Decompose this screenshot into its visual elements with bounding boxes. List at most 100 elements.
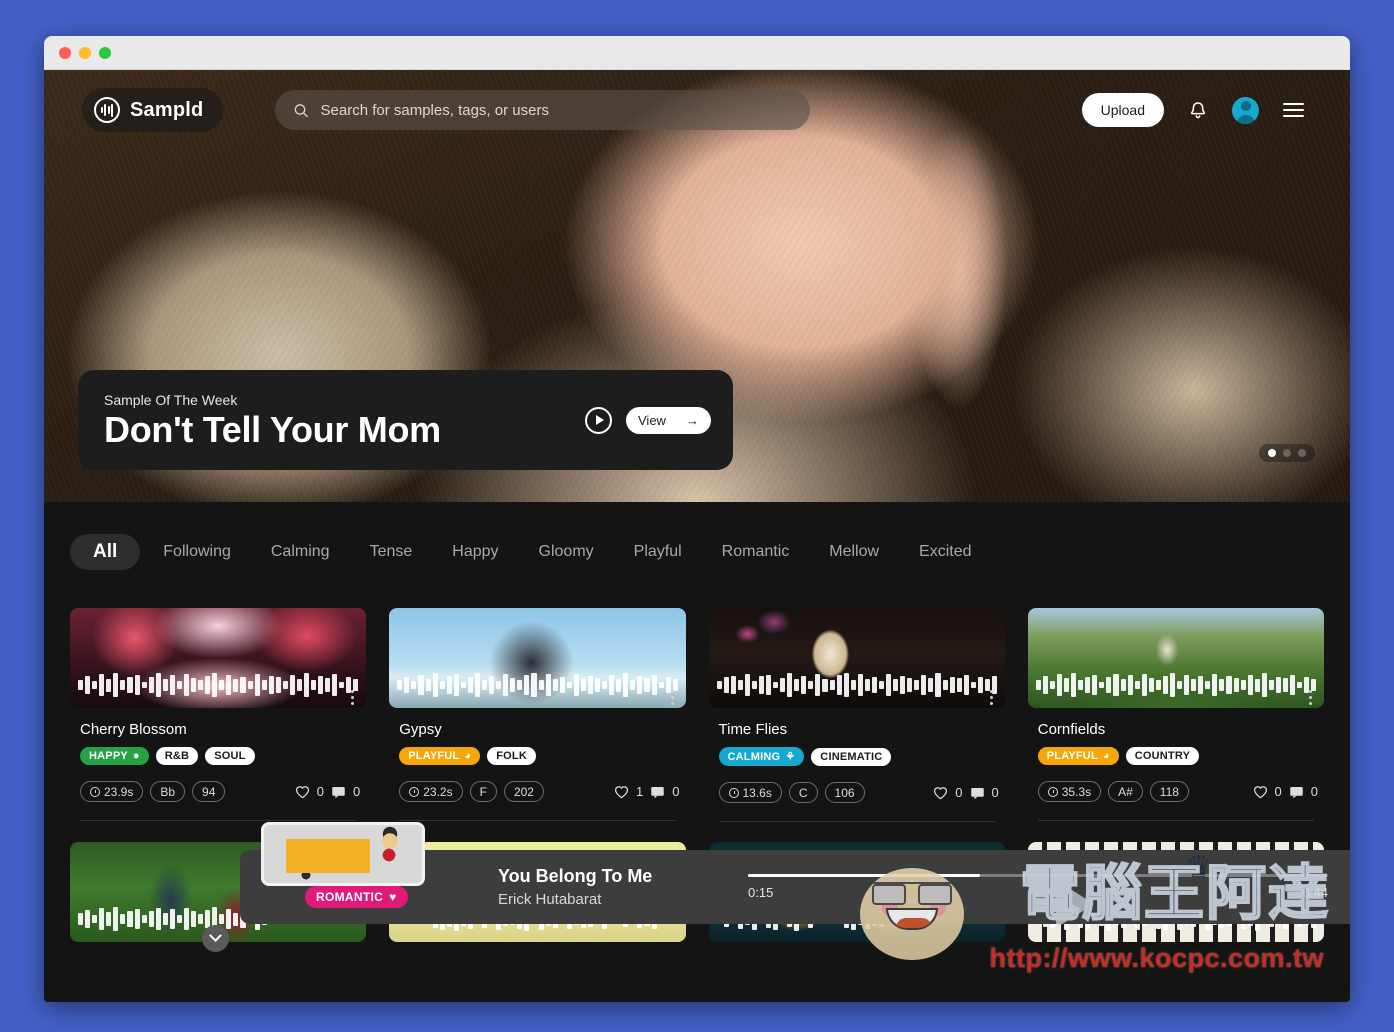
window-maximize-button[interactable] [99, 46, 111, 59]
heart-icon[interactable] [614, 785, 629, 799]
bpm-chip: 202 [503, 781, 544, 802]
player-mood-label: ROMANTIC [316, 890, 384, 904]
card-menu-icon[interactable] [663, 686, 682, 709]
comment-icon[interactable] [331, 785, 346, 799]
key-chip: F [469, 781, 497, 802]
tab-following[interactable]: Following [146, 534, 248, 570]
card-menu-icon[interactable] [343, 686, 362, 709]
mood-filter-tabs: All Following Calming Tense Happy Gloomy… [44, 502, 1350, 570]
tab-mellow[interactable]: Mellow [812, 534, 896, 570]
heart-icon[interactable] [1253, 785, 1268, 799]
carousel-dots[interactable] [1259, 444, 1315, 462]
player-progress[interactable]: 0:15 0:44 [748, 874, 1328, 900]
card-title: Gypsy [399, 721, 442, 738]
avatar[interactable] [1232, 96, 1259, 124]
genre-tag[interactable]: SOUL [205, 747, 255, 765]
duration-value: 35.3s [1061, 784, 1092, 799]
card-menu-icon[interactable] [1301, 686, 1320, 709]
genre-tag[interactable]: CINEMATIC [811, 747, 892, 766]
tab-tense[interactable]: Tense [353, 534, 430, 570]
card-tags: PLAYFUL ◕ COUNTRY [1037, 747, 1324, 765]
sample-thumbnail[interactable] [389, 608, 686, 708]
header-actions: Upload [1081, 93, 1304, 127]
mood-tag-label: PLAYFUL [1046, 750, 1098, 762]
search-bar[interactable] [275, 90, 811, 130]
card-meta: 13.6s C 106 0 0 [718, 782, 1005, 803]
comment-icon[interactable] [650, 785, 665, 799]
duration-chip: 23.9s [80, 781, 144, 802]
comment-count: 0 [353, 784, 361, 799]
card-divider [718, 821, 995, 822]
tab-gloomy[interactable]: Gloomy [522, 534, 611, 570]
like-count: 0 [1274, 784, 1282, 799]
card-meta: 35.3s A# 118 0 0 [1037, 781, 1324, 802]
mood-tag[interactable]: CALMING ⚘ [718, 747, 805, 766]
card-social: 0 0 [295, 784, 360, 799]
tab-playful[interactable]: Playful [617, 534, 699, 570]
comment-icon[interactable] [1289, 785, 1304, 799]
waveform [397, 672, 678, 698]
carousel-dot-2[interactable] [1283, 449, 1291, 457]
hero-text-block: Sample Of The Week Don't Tell Your Mom [104, 392, 571, 449]
mood-tag[interactable]: PLAYFUL ◕ [1037, 747, 1119, 765]
sample-thumbnail[interactable] [1027, 608, 1324, 708]
progress-track[interactable] [748, 874, 1328, 877]
card-meta: 23.2s F 202 1 0 [399, 781, 685, 802]
current-time: 0:15 [748, 885, 774, 900]
player-mood-badge[interactable]: ROMANTIC ♥ [305, 886, 408, 908]
sample-thumbnail[interactable] [70, 608, 367, 708]
genre-tag[interactable]: FOLK [487, 747, 536, 765]
duration-value: 23.2s [423, 784, 453, 799]
card-divider [399, 820, 676, 821]
hamburger-menu-icon[interactable] [1283, 103, 1304, 117]
view-button-label: View [638, 412, 666, 428]
card-social: 0 0 [1253, 784, 1318, 799]
chevron-down-icon[interactable] [202, 925, 229, 952]
mood-tag[interactable]: HAPPY ● [80, 747, 149, 765]
progress-fill [748, 874, 980, 877]
sample-card[interactable]: Cherry Blossom HAPPY ● R&B SOUL 23.9s Bb… [70, 608, 367, 822]
window-minimize-button[interactable] [79, 46, 91, 59]
tab-excited[interactable]: Excited [902, 534, 988, 570]
view-button[interactable]: View → [626, 406, 711, 434]
sample-card[interactable]: Time Flies CALMING ⚘ CINEMATIC 13.6s C 1… [708, 608, 1005, 822]
window-close-button[interactable] [59, 46, 71, 59]
notifications-button[interactable] [1188, 100, 1208, 121]
carousel-dot-3[interactable] [1298, 449, 1306, 457]
card-menu-icon[interactable] [982, 686, 1001, 709]
play-circle-icon[interactable] [585, 406, 612, 434]
arrow-right-icon: → [686, 412, 699, 428]
sample-card[interactable]: Cornfields PLAYFUL ◕ COUNTRY 35.3s A# 11… [1027, 608, 1324, 822]
card-tags: CALMING ⚘ CINEMATIC [718, 747, 1005, 766]
waveform [78, 672, 359, 698]
sample-thumbnail[interactable] [708, 608, 1005, 708]
site-logo[interactable]: Sampld [82, 88, 224, 132]
player-thumbnail[interactable] [261, 822, 425, 886]
genre-tag[interactable]: R&B [155, 747, 199, 765]
tab-happy[interactable]: Happy [435, 534, 515, 570]
comment-count: 0 [991, 785, 999, 800]
tab-all[interactable]: All [70, 534, 141, 570]
tab-romantic[interactable]: Romantic [705, 534, 807, 570]
comment-count: 0 [1310, 784, 1318, 799]
mood-tag[interactable]: PLAYFUL ◕ [399, 747, 481, 765]
heart-icon[interactable] [295, 785, 310, 799]
comment-icon[interactable] [970, 786, 985, 800]
search-input[interactable] [320, 101, 793, 119]
tab-calming[interactable]: Calming [254, 534, 347, 570]
mood-glyph-icon: ◕ [1102, 750, 1110, 762]
heart-icon[interactable] [933, 786, 948, 800]
duration-chip: 13.6s [718, 782, 782, 803]
bell-icon [1190, 101, 1206, 118]
sample-card[interactable]: Gypsy PLAYFUL ◕ FOLK 23.2s F 202 1 0 [389, 608, 686, 822]
card-tags: HAPPY ● R&B SOUL [80, 747, 366, 765]
mood-glyph-icon: ● [132, 750, 140, 762]
site-header: Sampld Upload [44, 70, 1350, 150]
clock-icon [90, 786, 100, 797]
genre-tag[interactable]: COUNTRY [1125, 747, 1200, 765]
heart-glyph-icon: ♥ [389, 890, 397, 904]
duration-value: 13.6s [742, 785, 772, 800]
search-icon [295, 103, 309, 117]
upload-button[interactable]: Upload [1081, 93, 1164, 127]
carousel-dot-1[interactable] [1268, 449, 1276, 457]
